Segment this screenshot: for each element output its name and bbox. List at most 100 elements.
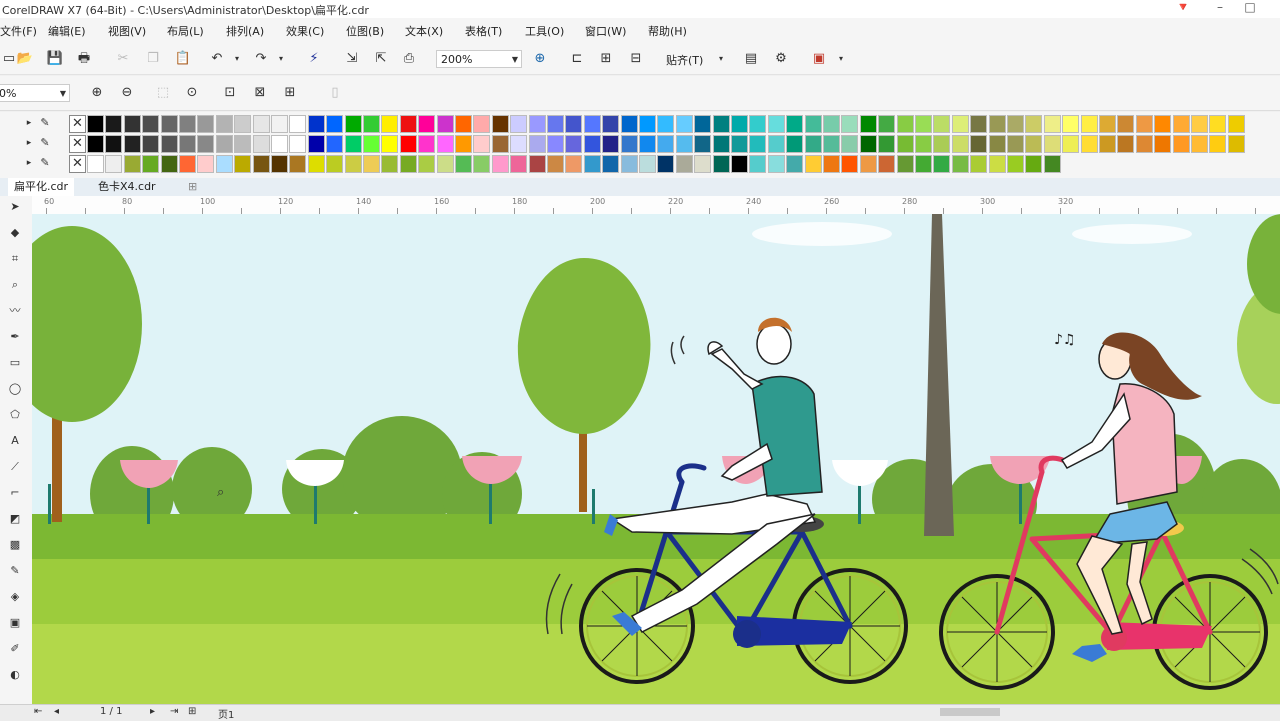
color-swatch[interactable] bbox=[731, 155, 748, 173]
fill-icon[interactable]: ◐ bbox=[8, 668, 22, 682]
color-swatch[interactable] bbox=[859, 155, 877, 173]
menu-view[interactable]: 视图(V) bbox=[108, 23, 146, 39]
color-swatch[interactable] bbox=[363, 135, 380, 153]
color-swatch[interactable] bbox=[1154, 115, 1172, 133]
color-swatch[interactable] bbox=[160, 135, 178, 153]
color-swatch[interactable] bbox=[455, 135, 472, 153]
menu-layout[interactable]: 布局(L) bbox=[167, 23, 204, 39]
zoom-out-icon[interactable]: ⊖ bbox=[118, 84, 136, 102]
color-swatch[interactable] bbox=[878, 135, 896, 153]
color-swatch[interactable] bbox=[1099, 115, 1116, 133]
color-swatch[interactable] bbox=[197, 115, 215, 133]
color-swatch[interactable] bbox=[1154, 135, 1172, 153]
color-swatch[interactable] bbox=[547, 135, 564, 153]
color-swatch[interactable] bbox=[381, 135, 399, 153]
zoom-percent-combo[interactable]: 0% ▼ bbox=[0, 84, 70, 102]
color-swatch[interactable] bbox=[547, 115, 564, 133]
color-swatch[interactable] bbox=[841, 115, 859, 133]
color-swatch[interactable] bbox=[436, 135, 454, 153]
color-swatch[interactable] bbox=[123, 155, 141, 173]
color-swatch[interactable] bbox=[326, 115, 344, 133]
color-swatch[interactable] bbox=[234, 135, 252, 153]
color-swatch[interactable] bbox=[1191, 135, 1208, 153]
open-icon[interactable]: 📂 bbox=[16, 50, 34, 68]
color-swatch[interactable] bbox=[215, 135, 233, 153]
color-swatch[interactable] bbox=[528, 115, 546, 133]
minimize-button[interactable]: – bbox=[1205, 0, 1235, 18]
color-swatch[interactable] bbox=[491, 115, 509, 133]
color-swatch[interactable] bbox=[1080, 135, 1098, 153]
launch-application-icon[interactable]: ▣ bbox=[810, 50, 828, 68]
zoom-to-all-objects-icon[interactable]: ⊙ bbox=[183, 84, 201, 102]
color-swatch[interactable] bbox=[105, 135, 123, 153]
color-swatch[interactable] bbox=[823, 135, 840, 153]
no-color-swatch[interactable]: ✕ bbox=[69, 115, 86, 133]
zoom-to-selected-icon[interactable]: ⬚ bbox=[154, 84, 172, 102]
color-swatch[interactable] bbox=[289, 135, 307, 153]
color-swatch[interactable] bbox=[491, 155, 509, 173]
color-swatch[interactable] bbox=[399, 155, 417, 173]
color-swatch[interactable] bbox=[1209, 135, 1227, 153]
search-content-icon[interactable]: ⚡ bbox=[305, 50, 323, 68]
welcome-screen-icon[interactable]: ▤ bbox=[742, 50, 760, 68]
color-swatch[interactable] bbox=[510, 155, 528, 173]
color-swatch[interactable] bbox=[197, 155, 215, 173]
color-swatch[interactable] bbox=[786, 115, 804, 133]
color-swatch[interactable] bbox=[694, 115, 712, 133]
color-swatch[interactable] bbox=[675, 115, 693, 133]
menu-arrange[interactable]: 排列(A) bbox=[226, 23, 264, 39]
color-swatch[interactable] bbox=[307, 115, 325, 133]
color-swatch[interactable] bbox=[418, 115, 436, 133]
color-swatch[interactable] bbox=[841, 155, 859, 173]
color-swatch[interactable] bbox=[915, 115, 932, 133]
polygon-tool-icon[interactable]: ⬠ bbox=[8, 408, 22, 422]
show-grid-icon[interactable]: ⊞ bbox=[597, 50, 615, 68]
color-swatch[interactable] bbox=[951, 115, 969, 133]
color-swatch[interactable] bbox=[970, 115, 988, 133]
color-swatch[interactable] bbox=[123, 135, 141, 153]
menu-tools[interactable]: 工具(O) bbox=[525, 23, 564, 39]
zoom-to-height-icon[interactable]: ⊞ bbox=[281, 84, 299, 102]
zoom-level-combo[interactable]: 200% ▼ bbox=[436, 50, 522, 68]
color-swatch[interactable] bbox=[565, 115, 583, 133]
color-swatch[interactable] bbox=[749, 155, 767, 173]
color-swatch[interactable] bbox=[1025, 155, 1043, 173]
color-swatch[interactable] bbox=[1043, 115, 1061, 133]
page-icon[interactable]: ▯ bbox=[326, 84, 344, 102]
horizontal-scrollbar[interactable] bbox=[940, 708, 1000, 716]
color-swatch[interactable] bbox=[565, 135, 583, 153]
color-swatch[interactable] bbox=[215, 155, 233, 173]
color-swatch[interactable] bbox=[363, 115, 380, 133]
color-swatch[interactable] bbox=[933, 115, 951, 133]
color-swatch[interactable] bbox=[160, 155, 178, 173]
color-swatch[interactable] bbox=[289, 155, 307, 173]
color-swatch[interactable] bbox=[418, 155, 436, 173]
color-swatch[interactable] bbox=[363, 155, 380, 173]
outline-pen-icon[interactable]: ✐ bbox=[8, 642, 22, 656]
tab-flat-design[interactable]: 扁平化.cdr bbox=[8, 178, 75, 198]
color-swatch[interactable] bbox=[565, 155, 583, 173]
color-swatch[interactable] bbox=[1025, 115, 1043, 133]
color-swatch[interactable] bbox=[602, 155, 620, 173]
eyedropper-icon[interactable]: ✎ bbox=[36, 154, 54, 172]
color-swatch[interactable] bbox=[87, 115, 104, 133]
color-swatch[interactable] bbox=[271, 115, 288, 133]
color-swatch[interactable] bbox=[215, 115, 233, 133]
color-swatch[interactable] bbox=[381, 155, 399, 173]
color-swatch[interactable] bbox=[1043, 155, 1061, 173]
first-page-icon[interactable]: ⇤ bbox=[34, 706, 42, 717]
color-swatch[interactable] bbox=[583, 135, 601, 153]
color-swatch[interactable] bbox=[179, 155, 196, 173]
color-swatch[interactable] bbox=[344, 135, 362, 153]
zoom-to-page-icon[interactable]: ⊡ bbox=[221, 84, 239, 102]
color-swatch[interactable] bbox=[804, 155, 822, 173]
color-swatch[interactable] bbox=[583, 115, 601, 133]
menu-effects[interactable]: 效果(C) bbox=[286, 23, 324, 39]
color-swatch[interactable] bbox=[933, 135, 951, 153]
color-swatch[interactable] bbox=[1191, 115, 1208, 133]
color-swatch[interactable] bbox=[344, 155, 362, 173]
color-swatch[interactable] bbox=[639, 135, 656, 153]
color-swatch[interactable] bbox=[988, 135, 1006, 153]
color-swatch[interactable] bbox=[1099, 135, 1116, 153]
drawing-canvas[interactable]: ♪♫ ⌕ bbox=[32, 214, 1280, 704]
